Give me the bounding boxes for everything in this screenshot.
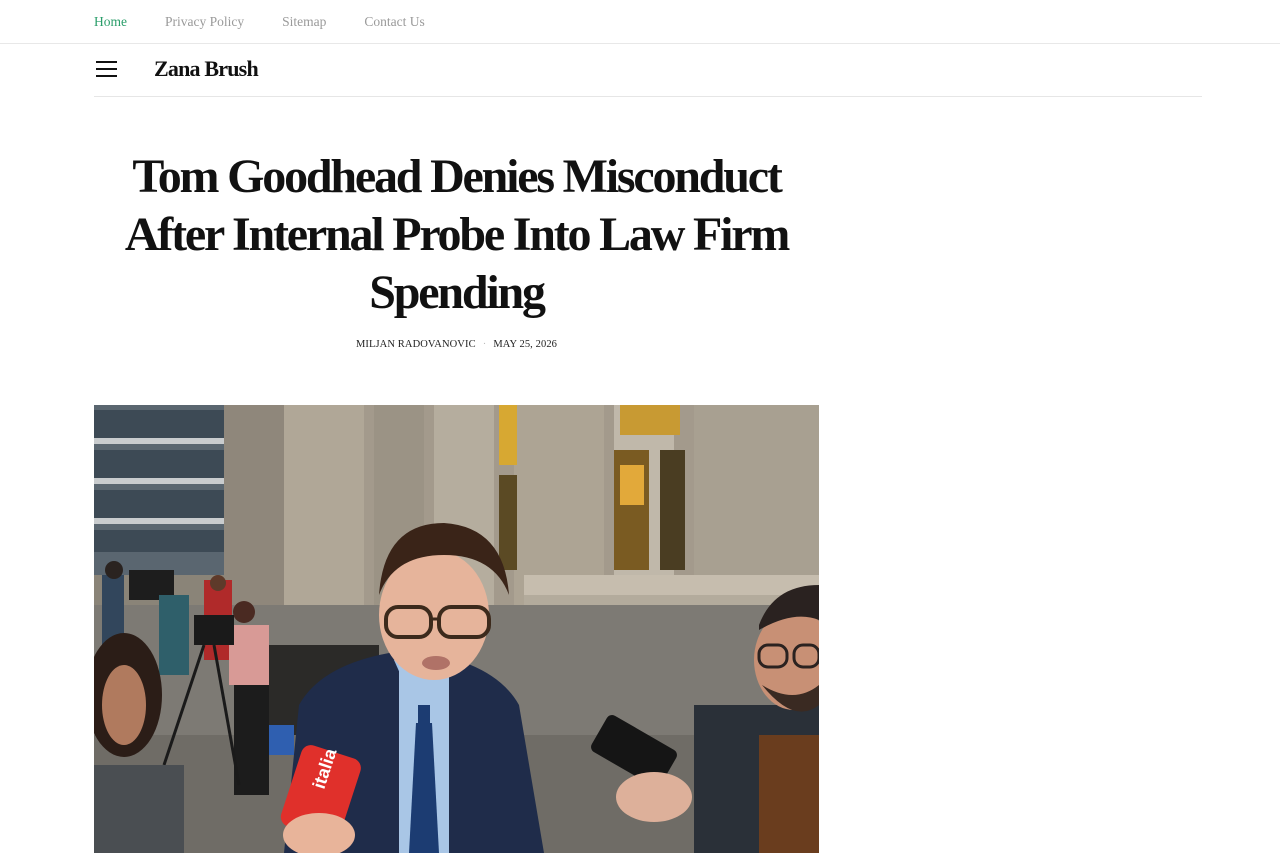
article-hero-image: italia [94, 405, 819, 853]
nav-sitemap-link[interactable]: Sitemap [282, 14, 326, 30]
site-logo[interactable]: Zana Brush [154, 56, 259, 82]
top-nav: Home Privacy Policy Sitemap Contact Us [94, 0, 463, 44]
top-bar: Home Privacy Policy Sitemap Contact Us [0, 0, 1280, 44]
meta-separator: · [482, 339, 487, 350]
nav-privacy-policy-link[interactable]: Privacy Policy [165, 14, 244, 30]
nav-home-link[interactable]: Home [94, 14, 127, 30]
hamburger-menu-icon[interactable] [96, 61, 118, 79]
article-meta: MILJAN RADOVANOVIC · MAY 25, 2026 [94, 339, 819, 350]
publish-date: MAY 25, 2026 [493, 339, 558, 350]
author-link[interactable]: MILJAN RADOVANOVIC [356, 339, 476, 350]
article-headline: Tom Goodhead Denies Misconduct After Int… [124, 150, 791, 319]
nav-contact-us-link[interactable]: Contact Us [364, 14, 424, 30]
site-header: Zana Brush [94, 44, 1202, 97]
